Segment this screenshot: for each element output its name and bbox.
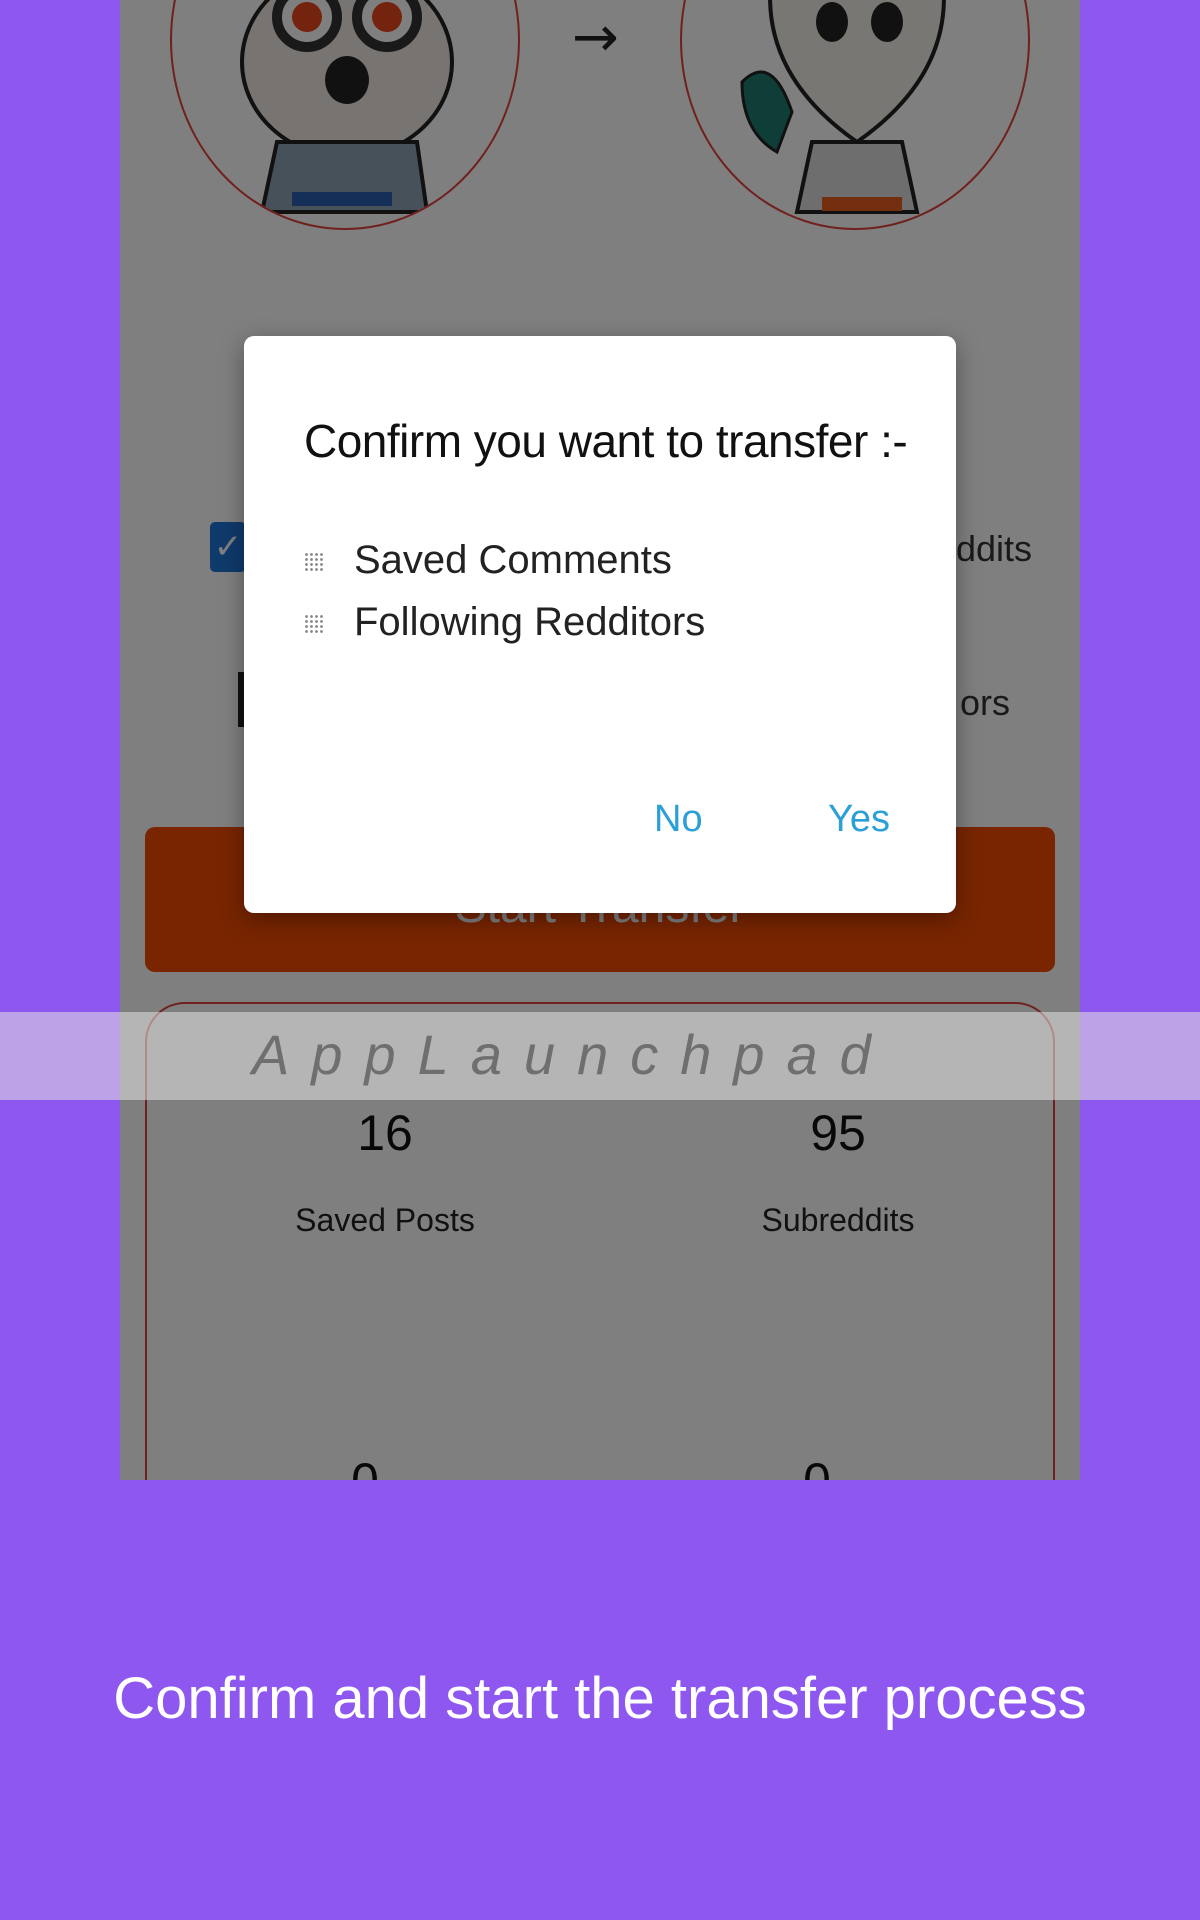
yes-button[interactable]: Yes: [828, 798, 890, 841]
no-button[interactable]: No: [654, 798, 703, 841]
list-item-label: Saved Comments: [354, 538, 672, 582]
dialog-item-list: Saved Comments Following Redditors: [304, 538, 705, 662]
confirm-transfer-dialog: Confirm you want to transfer :- Saved Co…: [244, 336, 956, 913]
bullet-icon: [304, 614, 324, 634]
list-item-label: Following Redditors: [354, 600, 706, 644]
watermark-band: AppLaunchpad: [0, 1012, 1200, 1100]
list-item: Saved Comments: [304, 538, 705, 600]
bullet-icon: [304, 552, 324, 572]
list-item: Following Redditors: [304, 600, 705, 662]
watermark-text: AppLaunchpad: [252, 1023, 893, 1086]
dialog-title: Confirm you want to transfer :-: [304, 415, 908, 467]
caption: Confirm and start the transfer process: [113, 1666, 1087, 1731]
